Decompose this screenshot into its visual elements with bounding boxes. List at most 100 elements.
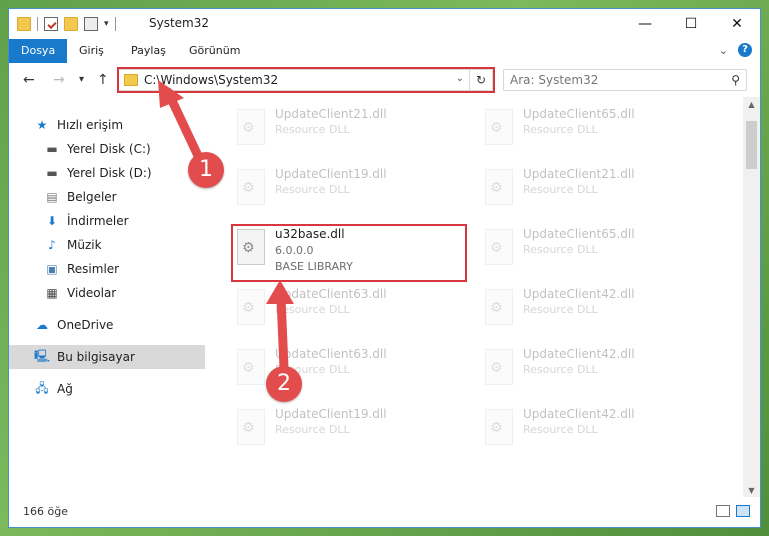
toolbar-divider [114,17,116,31]
file-item[interactable]: UpdateClient65.dll Resource DLL [477,221,717,275]
step-badge-1: 1 [188,152,224,188]
sidebar-item-label: Hızlı erişim [57,118,124,132]
file-type: Resource DLL [523,243,598,256]
file-item[interactable]: UpdateClient19.dll Resource DLL [229,401,469,455]
drive-icon: ▬ [46,142,58,156]
sidebar-item-this-pc[interactable]: 🖳 Bu bilgisayar [9,345,231,369]
sidebar-item-network[interactable]: 🖧 Ağ [9,377,231,401]
properties-icon[interactable] [44,17,58,31]
dll-file-icon [237,409,265,445]
details-view-icon[interactable] [716,505,730,517]
download-icon: ⬇ [46,214,58,228]
tab-paylas[interactable]: Paylaş [119,39,178,63]
scroll-thumb[interactable] [746,121,757,169]
forward-button[interactable]: → [53,72,65,88]
file-item[interactable]: UpdateClient42.dll Resource DLL [477,341,717,395]
dll-file-icon [237,289,265,325]
documents-icon: ▤ [46,190,58,204]
file-type: Resource DLL [523,363,598,376]
file-name: u32base.dll [275,227,345,241]
navigation-pane: ★ Hızlı erişim ▬ Yerel Disk (C:) ▬ Yerel… [9,97,233,499]
dll-file-icon [237,229,265,265]
sidebar-item-label: Belgeler [67,190,117,204]
tab-dosya[interactable]: Dosya [9,39,68,63]
file-name: UpdateClient42.dll [523,347,635,361]
title-bar: ▾ System32 — ☐ ✕ [9,9,760,39]
folder-icon[interactable] [17,17,31,31]
search-box[interactable]: ⚲ [503,69,747,91]
file-item[interactable]: UpdateClient21.dll Resource DLL [477,161,717,215]
status-bar: 166 öğe [9,497,760,527]
sidebar-item-label: Videolar [67,286,117,300]
toolbar-divider [37,17,38,31]
star-icon: ★ [36,118,48,132]
file-item[interactable]: UpdateClient65.dll Resource DLL [477,101,717,155]
file-item[interactable]: UpdateClient63.dll Resource DLL [229,341,469,395]
file-list: UpdateClient21.dll Resource DLL UpdateCl… [205,97,745,499]
sidebar-item-label: İndirmeler [67,214,129,228]
address-path[interactable]: C:\Windows\System32 [144,73,278,87]
file-type: Resource DLL [275,303,350,316]
file-name: UpdateClient19.dll [275,407,387,421]
file-item[interactable]: UpdateClient42.dll Resource DLL [477,281,717,335]
dll-file-icon [485,289,513,325]
up-button[interactable]: ↑ [97,72,109,88]
sidebar-item-label: Yerel Disk (C:) [67,142,151,156]
dll-file-icon [237,109,265,145]
sidebar-item-quick-access[interactable]: ★ Hızlı erişim [9,113,231,137]
computer-icon: 🖳 [34,348,51,363]
file-item[interactable]: UpdateClient63.dll Resource DLL [229,281,469,335]
rename-icon[interactable] [84,17,98,31]
vertical-scrollbar[interactable]: ▲ ▼ [743,97,760,499]
minimize-button[interactable]: — [622,9,668,39]
file-name: UpdateClient65.dll [523,107,635,121]
file-item-u32base[interactable]: u32base.dll 6.0.0.0 BASE LIBRARY [229,221,469,275]
help-icon[interactable]: ? [738,43,752,57]
refresh-button[interactable]: ↻ [469,70,492,90]
sidebar-item-label: Resimler [67,262,120,276]
recent-locations-button[interactable]: ▾ [79,74,84,85]
sidebar-item-onedrive[interactable]: ☁ OneDrive [9,313,231,337]
folder-icon [124,74,138,86]
file-item[interactable]: UpdateClient21.dll Resource DLL [229,101,469,155]
scroll-up-icon[interactable]: ▲ [743,97,760,113]
sidebar-item-label: Yerel Disk (D:) [67,166,152,180]
dll-file-icon [237,349,265,385]
chevron-down-icon[interactable]: ⌄ [456,73,464,84]
file-type: Resource DLL [523,423,598,436]
back-button[interactable]: ← [23,72,35,88]
pictures-icon: ▣ [46,262,58,276]
drive-icon: ▬ [46,166,58,180]
quick-access-toolbar: ▾ [17,15,116,33]
address-bar[interactable]: C:\Windows\System32 ⌄ ↻ [117,69,493,91]
search-icon[interactable]: ⚲ [731,73,740,87]
dll-file-icon [485,109,513,145]
file-name: UpdateClient63.dll [275,287,387,301]
close-button[interactable]: ✕ [714,9,760,39]
dll-file-icon [237,169,265,205]
file-type: Resource DLL [523,183,598,196]
chevron-down-icon[interactable]: ▾ [104,19,109,29]
file-name: UpdateClient65.dll [523,227,635,241]
file-type: Resource DLL [275,123,350,136]
search-input[interactable] [504,70,726,90]
file-type: BASE LIBRARY [275,260,353,273]
new-folder-icon[interactable] [64,17,78,31]
tab-gorunum[interactable]: Görünüm [177,39,252,63]
file-item[interactable]: UpdateClient19.dll Resource DLL [229,161,469,215]
tiles-view-icon[interactable] [736,505,750,517]
navigation-bar: ← → ▾ ↑ C:\Windows\System32 ⌄ ↻ ⚲ [9,63,760,97]
chevron-down-icon[interactable]: ⌄ [719,44,728,57]
sidebar-item-label: OneDrive [57,318,114,332]
file-name: UpdateClient63.dll [275,347,387,361]
file-type: Resource DLL [275,423,350,436]
maximize-button[interactable]: ☐ [668,9,714,39]
file-name: UpdateClient19.dll [275,167,387,181]
dll-file-icon [485,409,513,445]
sidebar-item-label: Bu bilgisayar [57,350,135,364]
file-item[interactable]: UpdateClient42.dll Resource DLL [477,401,717,455]
tab-giris[interactable]: Giriş [67,39,116,63]
step-badge-2: 2 [266,366,302,402]
sidebar-item-label: Müzik [67,238,102,252]
dll-file-icon [485,229,513,265]
